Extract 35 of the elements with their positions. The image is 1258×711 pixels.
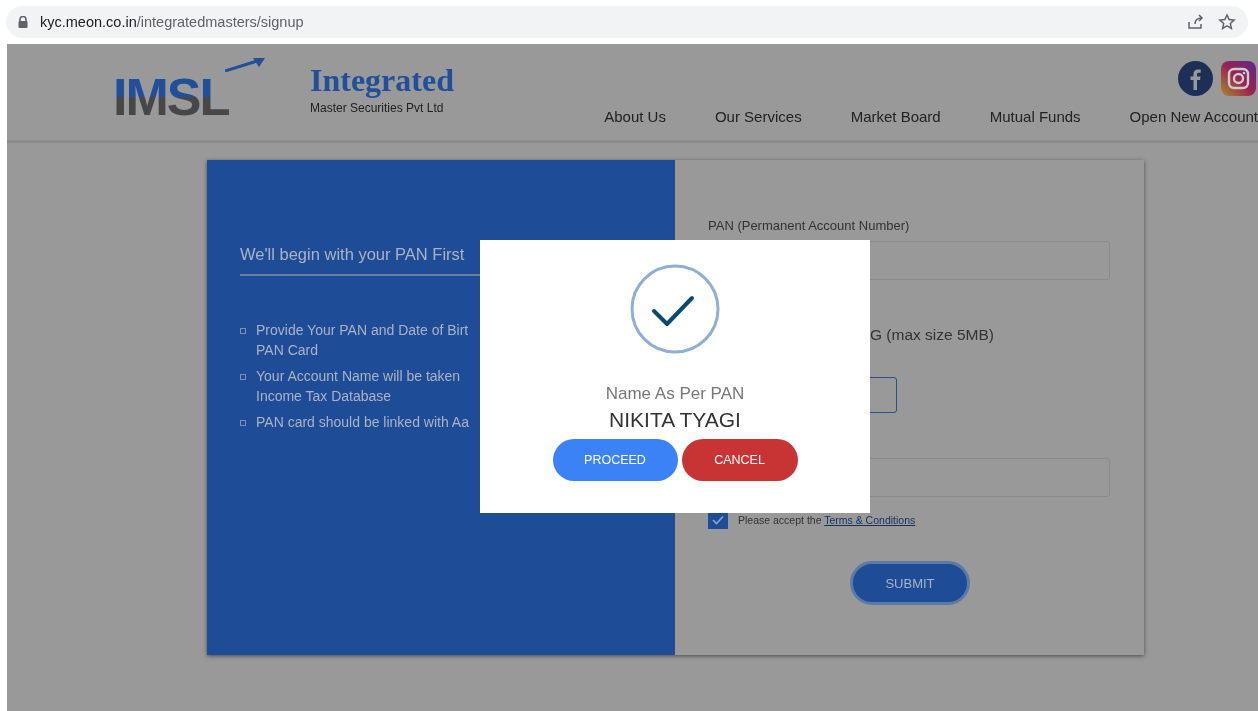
- pan-holder-name: NIKITA TYAGI: [609, 408, 741, 432]
- checkmark-icon: [712, 515, 724, 525]
- upload-hint: G (max size 5MB): [870, 326, 995, 344]
- bullet-icon: [240, 374, 246, 380]
- nav-link[interactable]: Market Board: [850, 108, 941, 125]
- brand-subtitle: Master Securities Pvt Ltd: [310, 101, 445, 115]
- nav-link[interactable]: Our Services: [714, 108, 802, 125]
- info-text: PAN card should be linked with Aa: [256, 413, 469, 432]
- share-icon[interactable]: [1186, 13, 1204, 31]
- brand-title: Integrated: [310, 63, 454, 97]
- field-label: PAN (Permanent Account Number): [708, 218, 911, 233]
- cancel-button[interactable]: CANCEL: [681, 439, 798, 481]
- facebook-icon[interactable]: [1178, 61, 1213, 96]
- info-text: Provide Your PAN and Date of Birt: [256, 321, 469, 340]
- bullet-icon: [240, 420, 246, 426]
- url-host: kyc.meon.co.in: [40, 14, 137, 30]
- bullet-icon: [240, 328, 246, 334]
- check-circle-icon: [630, 264, 720, 354]
- nav-link[interactable]: Mutual Funds: [989, 108, 1081, 125]
- nav-link[interactable]: Open New Account: [1129, 108, 1258, 125]
- lock-icon: [18, 16, 28, 28]
- info-text: PAN Card: [256, 341, 319, 360]
- address-bar[interactable]: kyc.meon.co.in/integratedmasters/signup: [6, 6, 1248, 38]
- star-icon[interactable]: [1218, 13, 1236, 31]
- instagram-icon[interactable]: [1221, 61, 1256, 96]
- url-path: /integratedmasters/signup: [136, 14, 304, 30]
- proceed-button[interactable]: PROCEED: [552, 439, 678, 481]
- info-text: Income Tax Database: [256, 387, 393, 406]
- name-caption: Name As Per PAN: [605, 384, 745, 404]
- nav-link[interactable]: About Us: [604, 108, 666, 125]
- trend-arrow-icon: [225, 58, 265, 72]
- submit-button[interactable]: SUBMIT: [850, 561, 970, 605]
- terms-text: Please accept the Terms & Conditions: [738, 514, 916, 526]
- terms-link[interactable]: Terms & Conditions: [824, 514, 916, 526]
- info-text: Your Account Name will be taken: [256, 367, 461, 386]
